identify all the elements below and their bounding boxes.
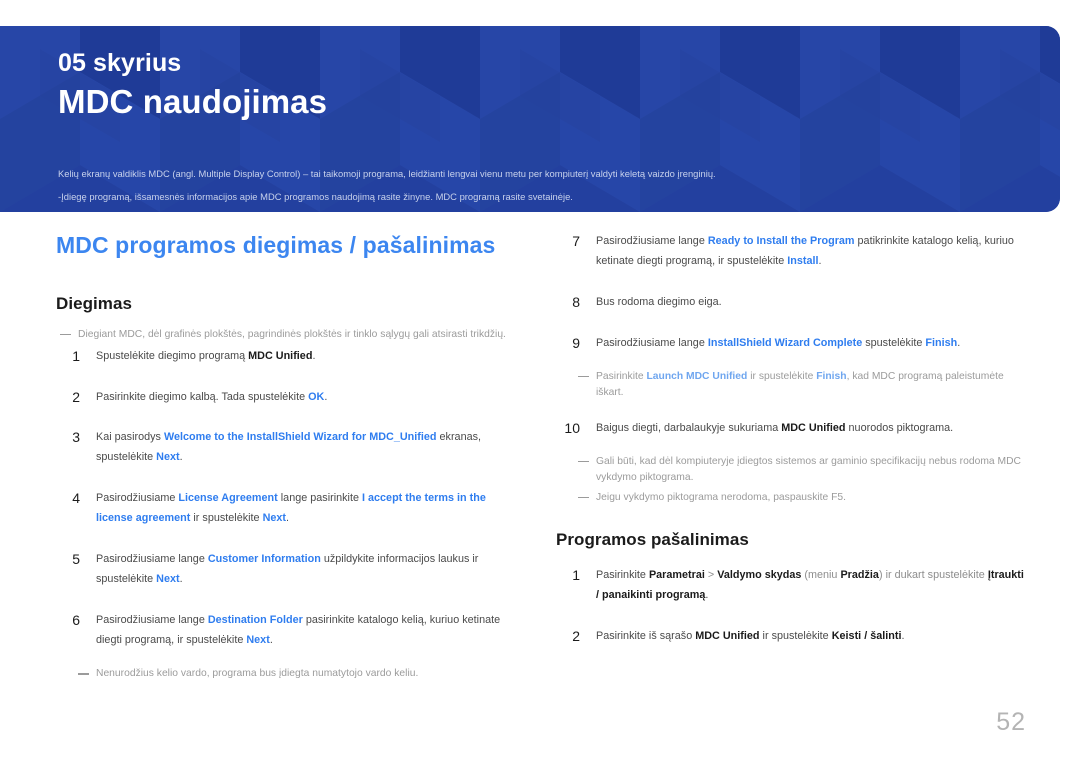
step-9-note: Pasirinkite Launch MDC Unified ir spuste… — [556, 369, 1026, 401]
step-text: Pasirodžiusiame License Agreement lange … — [96, 492, 486, 525]
step-6-note-wrapper: Nenurodžius kelio vardo, programa bus įd… — [56, 666, 516, 682]
step-number: 2 — [72, 388, 80, 405]
list-item: 5 Pasirodžiusiame lange Customer Informa… — [56, 550, 516, 590]
install-steps-list-left: 1 Spustelėkite diegimo programą MDC Unif… — [56, 347, 516, 652]
banner-title-block: 05 skyrius MDC naudojimas — [0, 26, 1060, 123]
left-column: MDC programos diegimas / pašalinimas Die… — [56, 232, 516, 700]
step-10-note-1: Gali būti, kad dėl kompiuteryje įdiegtos… — [556, 454, 1026, 486]
list-item: 1 Spustelėkite diegimo programą MDC Unif… — [56, 347, 516, 367]
step-text: Spustelėkite diegimo programą MDC Unifie… — [96, 349, 316, 362]
chapter-banner: 05 skyrius MDC naudojimas Kelių ekranų v… — [0, 26, 1060, 212]
step-text: Pasirodžiusiame lange Destination Folder… — [96, 614, 501, 647]
banner-description-line-2: -Įdiegę programą, išsamesnės informacijo… — [58, 190, 573, 202]
install-steps-list-right: 7 Pasirodžiusiame lange Ready to Install… — [556, 232, 1026, 354]
page-content: MDC programos diegimas / pašalinimas Die… — [0, 232, 1080, 763]
list-item: 2 Pasirinkite iš sąrašo MDC Unified ir s… — [556, 627, 1026, 647]
list-item: 2 Pasirinkite diegimo kalbą. Tada spuste… — [56, 388, 516, 408]
list-item: 6 Pasirodžiusiame lange Destination Fold… — [56, 611, 516, 651]
uninstall-heading: Programos pašalinimas — [556, 529, 749, 549]
list-item: 7 Pasirodžiusiame lange Ready to Install… — [556, 232, 1026, 272]
step-text: Pasirinkite iš sąrašo MDC Unified ir spu… — [596, 629, 905, 642]
step-text: Pasirodžiusiame lange InstallShield Wiza… — [596, 336, 961, 349]
page-title: MDC programos diegimas / pašalinimas — [56, 232, 496, 258]
step-number: 6 — [72, 612, 80, 629]
step-text: Pasirinkite Parametrai > Valdymo skydas … — [596, 568, 1024, 601]
list-item: 4 Pasirodžiusiame License Agreement lang… — [56, 489, 516, 529]
step-text: Bus rodoma diegimo eiga. — [596, 295, 722, 308]
step-10-note-wrapper: Gali būti, kad dėl kompiuteryje įdiegtos… — [556, 454, 1026, 506]
step-number: 5 — [72, 551, 80, 568]
install-steps-list-right-cont: 10 Baigus diegti, darbalaukyje sukuriama… — [556, 419, 1026, 439]
list-item: 1 Pasirinkite Parametrai > Valdymo skyda… — [556, 566, 1026, 606]
list-item: 9 Pasirodžiusiame lange InstallShield Wi… — [556, 334, 1026, 354]
install-intro-note: Diegiant MDC, dėl grafinės plokštės, pag… — [56, 327, 516, 343]
step-number: 2 — [572, 627, 580, 644]
step-6-note: Nenurodžius kelio vardo, programa bus įd… — [56, 666, 516, 682]
chapter-title: MDC naudojimas — [58, 82, 328, 120]
list-item: 10 Baigus diegti, darbalaukyje sukuriama… — [556, 419, 1026, 439]
step-number: 7 — [572, 233, 580, 249]
step-number: 9 — [572, 334, 580, 351]
banner-description: Kelių ekranų valdiklis MDC (angl. Multip… — [58, 168, 1038, 212]
step-text: Pasirinkite diegimo kalbą. Tada spustelė… — [96, 390, 328, 403]
step-9-note-wrapper: Pasirinkite Launch MDC Unified ir spuste… — [556, 369, 1026, 401]
step-number: 1 — [72, 347, 80, 364]
step-text: Kai pasirodys Welcome to the InstallShie… — [96, 431, 482, 464]
page-number: 52 — [996, 708, 1026, 736]
step-text: Pasirodžiusiame lange Customer Informati… — [96, 553, 479, 586]
list-item: 3 Kai pasirodys Welcome to the InstallSh… — [56, 428, 516, 468]
install-heading: Diegimas — [56, 293, 132, 313]
list-item: 8 Bus rodoma diegimo eiga. — [556, 293, 1026, 313]
step-text: Baigus diegti, darbalaukyje sukuriama MD… — [596, 421, 954, 434]
uninstall-steps-list: 1 Pasirinkite Parametrai > Valdymo skyda… — [556, 566, 1026, 647]
right-column: 7 Pasirodžiusiame lange Ready to Install… — [556, 232, 1026, 668]
step-number: 1 — [572, 566, 580, 583]
chapter-label: 05 skyrius — [58, 49, 182, 77]
banner-description-line-1: Kelių ekranų valdiklis MDC (angl. Multip… — [58, 168, 716, 179]
step-number: 3 — [72, 429, 80, 446]
step-text: Pasirodžiusiame lange Ready to Install t… — [596, 235, 1014, 267]
step-10-note-2: Jeigu vykdymo piktograma nerodoma, paspa… — [556, 490, 1026, 506]
step-number: 4 — [72, 490, 80, 507]
step-number: 10 — [564, 419, 580, 436]
step-number: 8 — [572, 293, 580, 310]
